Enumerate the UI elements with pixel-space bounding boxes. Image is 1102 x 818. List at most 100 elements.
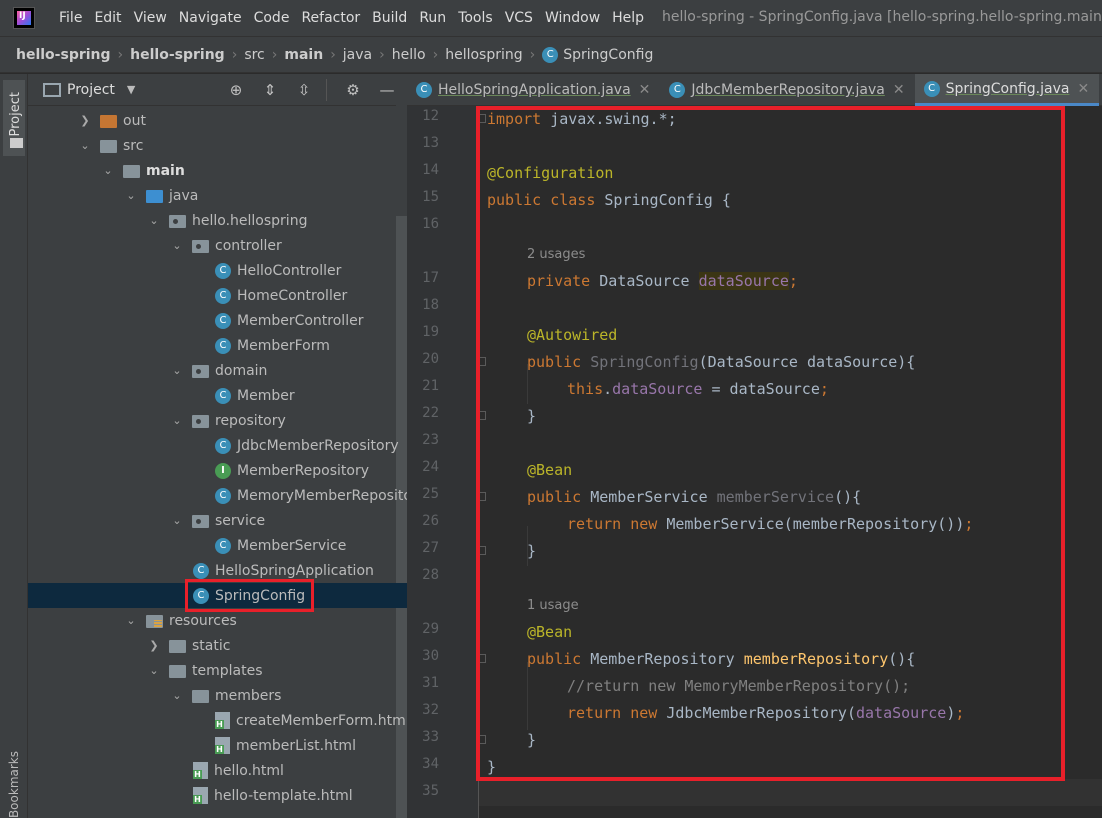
window-title: hello-spring - SpringConfig.java [hello-… — [662, 9, 1102, 25]
tree-item-member-form[interactable]: C MemberForm — [28, 333, 407, 358]
breadcrumb-item[interactable]: hello — [392, 47, 426, 63]
chevron-down-icon[interactable]: ⌄ — [170, 364, 184, 377]
fold-marker-icon[interactable] — [477, 654, 486, 663]
tree-item-hello-spring-application[interactable]: C HelloSpringApplication — [28, 558, 407, 583]
expand-all-icon[interactable]: ⇕ — [258, 79, 282, 101]
tab-jdbc-member-repository[interactable]: C JdbcMemberRepository.java ✕ — [660, 74, 914, 106]
code-editor[interactable]: 12 13 14 15 16 17 18 19 20 21 22 23 24 2… — [407, 106, 1102, 818]
tab-spring-config[interactable]: C SpringConfig.java ✕ — [914, 74, 1100, 106]
chevron-down-icon[interactable]: ⌄ — [170, 239, 184, 252]
chevron-down-icon[interactable]: ⌄ — [147, 214, 161, 227]
chevron-right-icon[interactable]: ❯ — [147, 639, 161, 652]
tree-item-spring-config[interactable]: C SpringConfig — [28, 579, 407, 612]
breadcrumb-item[interactable]: src — [244, 47, 264, 63]
close-icon[interactable]: ✕ — [893, 82, 905, 98]
close-icon[interactable]: ✕ — [639, 82, 651, 98]
menu-code[interactable]: Code — [250, 10, 294, 26]
chevron-down-icon[interactable]: ⌄ — [170, 514, 184, 527]
breadcrumb-item[interactable]: SpringConfig — [563, 47, 653, 63]
menu-help[interactable]: Help — [608, 10, 648, 26]
breadcrumb-item[interactable]: hello-spring — [130, 47, 225, 63]
breadcrumb-item[interactable]: hellospring — [445, 47, 522, 63]
menu-tools[interactable]: Tools — [454, 10, 497, 26]
chevron-down-icon[interactable]: ⌄ — [124, 614, 138, 627]
tree-item-members[interactable]: ⌄ members — [28, 683, 407, 708]
tree-item-hello-controller[interactable]: C HelloController — [28, 258, 407, 283]
code-line-15: public class SpringConfig { — [487, 187, 731, 214]
tree-item-templates[interactable]: ⌄ templates — [28, 658, 407, 683]
tree-item-create-member-form-html[interactable]: createMemberForm.html — [28, 708, 407, 733]
chevron-down-icon[interactable]: ⌄ — [170, 414, 184, 427]
tree-item-package[interactable]: ⌄ hello.hellospring — [28, 208, 407, 233]
menu-window[interactable]: Window — [541, 10, 604, 26]
fold-marker-icon[interactable] — [477, 735, 486, 744]
collapse-all-icon[interactable]: ⇳ — [292, 79, 316, 101]
menu-edit[interactable]: Edit — [90, 10, 125, 26]
project-tool-button[interactable]: Project — [3, 80, 25, 156]
tree-item-member-repository[interactable]: I MemberRepository — [28, 458, 407, 483]
tree-item-controller[interactable]: ⌄ controller — [28, 233, 407, 258]
tree-item-hello-html[interactable]: hello.html — [28, 758, 407, 783]
breadcrumb-item[interactable]: java — [343, 47, 372, 63]
tree-item-member-controller[interactable]: C MemberController — [28, 308, 407, 333]
fold-marker-icon[interactable] — [477, 357, 486, 366]
toolbar-separator — [326, 79, 327, 101]
tree-item-src[interactable]: ⌄ src — [28, 133, 407, 158]
chevron-down-icon[interactable]: ⌄ — [78, 139, 92, 152]
project-panel-title[interactable]: Project — [67, 82, 115, 98]
usages-hint[interactable]: 1 usage — [527, 592, 579, 619]
line-number: 26 — [422, 513, 439, 529]
class-icon: C — [215, 487, 231, 504]
chevron-down-icon[interactable]: ⌄ — [147, 664, 161, 677]
menu-view[interactable]: View — [130, 10, 171, 26]
line-number: 17 — [422, 270, 439, 286]
code-token: dataSource — [856, 704, 947, 722]
breadcrumb-item[interactable]: hello-spring — [16, 47, 111, 63]
project-panel-toolbar: ⊕ ⇕ ⇳ ⚙ — — [214, 79, 399, 101]
fold-marker-icon[interactable] — [477, 114, 486, 123]
gear-icon[interactable]: ⚙ — [341, 79, 365, 101]
tree-item-repository[interactable]: ⌄ repository — [28, 408, 407, 433]
menu-refactor[interactable]: Refactor — [297, 10, 364, 26]
tree-item-java[interactable]: ⌄ java — [28, 183, 407, 208]
tab-hello-spring-application[interactable]: C HelloSpringApplication.java ✕ — [407, 74, 660, 106]
breadcrumb-item[interactable]: main — [284, 47, 323, 63]
menu-file[interactable]: File — [55, 10, 86, 26]
chevron-down-icon[interactable]: ⌄ — [124, 189, 138, 202]
fold-marker-icon[interactable] — [477, 492, 486, 501]
tree-item-main[interactable]: ⌄ main — [28, 158, 407, 183]
menu-run[interactable]: Run — [415, 10, 450, 26]
close-icon[interactable]: ✕ — [1077, 81, 1089, 97]
fold-marker-icon[interactable] — [477, 546, 486, 555]
chevron-down-icon[interactable]: ⌄ — [170, 689, 184, 702]
tree-item-out[interactable]: ❯ out — [28, 108, 407, 133]
chevron-right-icon[interactable]: ❯ — [78, 114, 92, 127]
intellij-logo-icon[interactable]: IJ — [13, 7, 35, 29]
tree-item-member[interactable]: C Member — [28, 383, 407, 408]
tree-item-hello-template-html[interactable]: hello-template.html — [28, 783, 407, 808]
menu-navigate[interactable]: Navigate — [175, 10, 246, 26]
fold-marker-icon[interactable] — [477, 411, 486, 420]
usages-hint[interactable]: 2 usages — [527, 241, 585, 268]
tree-item-member-service[interactable]: C MemberService — [28, 533, 407, 558]
line-number: 15 — [422, 189, 439, 205]
bookmarks-tool-label[interactable]: Bookmarks — [7, 751, 21, 818]
tree-item-memory-member-repository[interactable]: C MemoryMemberRepositor — [28, 483, 407, 508]
folder-icon — [10, 138, 23, 148]
chevron-down-icon[interactable]: ▼ — [127, 83, 135, 96]
tree-item-label: memberList.html — [236, 737, 356, 754]
tree-item-jdbc-member-repository[interactable]: C JdbcMemberRepository — [28, 433, 407, 458]
tree-item-static[interactable]: ❯ static — [28, 633, 407, 658]
locate-file-icon[interactable]: ⊕ — [224, 79, 248, 101]
line-number: 30 — [422, 648, 439, 664]
tree-item-resources[interactable]: ⌄ resources — [28, 608, 407, 633]
tree-item-member-list-html[interactable]: memberList.html — [28, 733, 407, 758]
menu-vcs[interactable]: VCS — [501, 10, 537, 26]
tree-item-domain[interactable]: ⌄ domain — [28, 358, 407, 383]
code-area[interactable]: import javax.swing.*; @Configuration pub… — [487, 106, 1102, 818]
tree-item-home-controller[interactable]: C HomeController — [28, 283, 407, 308]
chevron-down-icon[interactable]: ⌄ — [101, 164, 115, 177]
menu-build[interactable]: Build — [368, 10, 411, 26]
tree-item-service[interactable]: ⌄ service — [28, 508, 407, 533]
code-token: JdbcMemberRepository( — [657, 704, 856, 722]
